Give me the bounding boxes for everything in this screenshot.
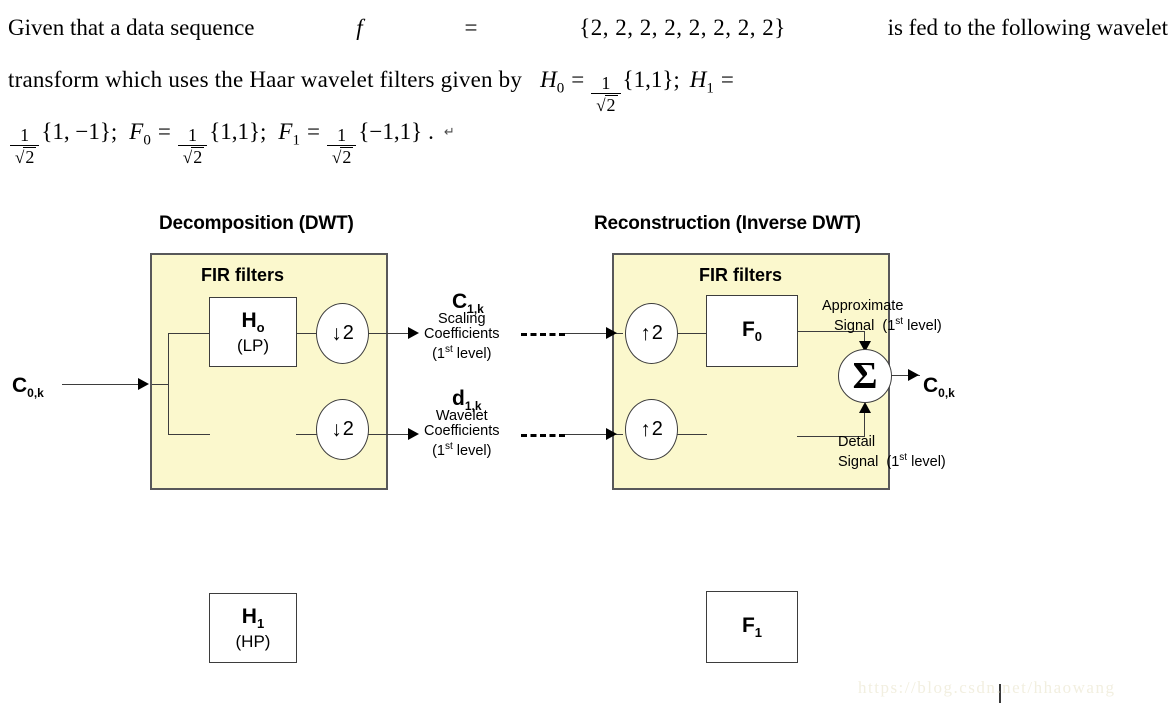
- arrowhead-upsampler-top-icon: [606, 327, 617, 339]
- equals-sign-5: =: [306, 119, 320, 144]
- wire-upsampler-to-f0: [677, 333, 707, 334]
- filter-symbol-h0: H0: [540, 67, 565, 97]
- input-signal-label: C0,k: [12, 374, 44, 401]
- f0-coefficients: {1,1};: [209, 119, 267, 144]
- arrowhead-input-icon: [138, 378, 149, 390]
- sequence-values: {2, 2, 2, 2, 2, 2, 2, 2}: [579, 15, 786, 40]
- decomposition-title: Decomposition (DWT): [159, 213, 354, 234]
- arrowhead-d1k-icon: [408, 428, 419, 440]
- scaling-coefficients-description: Scaling Coefficients (1st level): [424, 312, 500, 362]
- one-over-sqrt-two-3: 1 √2: [177, 126, 208, 166]
- arrowhead-output-icon: [908, 369, 919, 381]
- equals-sign-2: =: [571, 67, 585, 92]
- filter-h1-symbol: H1: [241, 604, 265, 632]
- wavelet-line-3: (1st level): [432, 441, 492, 459]
- filter-h0-symbol: Ho: [241, 308, 265, 336]
- upsampler-bottom: ↑ 2: [625, 399, 678, 460]
- arrowhead-c1k-icon: [408, 327, 419, 339]
- f1-coefficients: {−1,1}: [358, 119, 423, 144]
- filter-block-h0: Ho (LP): [209, 297, 297, 367]
- filter-block-f1: F1: [706, 591, 798, 663]
- problem-line1-part-a: Given that a data sequence: [8, 15, 255, 40]
- wavelet-transform-diagram: Decomposition (DWT) Reconstruction (Inve…: [0, 195, 1176, 703]
- one-over-sqrt-two-2: 1 √2: [10, 126, 40, 166]
- filter-symbol-h1: H1: [689, 67, 714, 97]
- wire-to-h0: [168, 333, 210, 334]
- scaling-line-3: (1st level): [432, 344, 492, 362]
- wavelet-line-1: Wavelet: [435, 408, 488, 424]
- wire-upsampler-to-f1: [677, 434, 707, 435]
- h0-coefficients: {1,1};: [622, 67, 680, 92]
- filter-h0-type: (LP): [236, 336, 270, 356]
- fir-filters-label-left: FIR filters: [201, 265, 285, 285]
- detail-signal-label: Detail Signal (1st level): [838, 434, 946, 470]
- arrow-up-icon: ↑: [640, 322, 651, 345]
- arrowhead-upsampler-bottom-icon: [606, 428, 617, 440]
- one-over-sqrt-two-1: 1 √2: [591, 74, 621, 114]
- site-watermark: https://blog.csdn.net/hhaowang: [858, 678, 1116, 697]
- wavelet-line-2: Coefficients: [424, 423, 500, 439]
- dashed-link-top: [521, 333, 565, 336]
- problem-line-3: 1 √2 {1, −1}; F0 = 1 √2 {1,1}; F1 = 1 √2…: [8, 106, 1168, 166]
- filter-symbol-f0: F0: [129, 119, 151, 149]
- equals-sign-4: =: [157, 119, 171, 144]
- approximate-signal-label: Approximate Signal (1st level): [822, 298, 942, 334]
- summation-node: Σ: [838, 349, 892, 403]
- downsample-factor-top: 2: [342, 322, 354, 344]
- problem-statement: Given that a data sequence f = {2, 2, 2,…: [8, 2, 1168, 166]
- upsampler-top: ↑ 2: [625, 303, 678, 364]
- detail-line-1: Detail: [838, 434, 876, 450]
- detail-line-2: Signal (1st level): [838, 452, 946, 470]
- sequence-symbol-f: f: [356, 15, 363, 40]
- output-signal-label: C0,k: [923, 374, 955, 401]
- approx-line-1: Approximate: [822, 298, 904, 314]
- filter-h1-type: (HP): [235, 632, 271, 652]
- problem-line-1: Given that a data sequence f = {2, 2, 2,…: [8, 2, 1168, 54]
- arrow-up-icon: ↑: [640, 418, 651, 441]
- dashed-link-bottom: [521, 434, 565, 437]
- one-over-sqrt-two-4: 1 √2: [326, 126, 357, 166]
- filter-f0-symbol: F0: [741, 317, 763, 345]
- filter-block-h1: H1 (HP): [209, 593, 297, 663]
- filter-block-f0: F0: [706, 295, 798, 367]
- pilcrow-return-icon: ↵: [443, 124, 455, 139]
- wavelet-coefficients-description: Wavelet Coefficients (1st level): [424, 409, 500, 459]
- upsample-factor-bottom: 2: [651, 418, 663, 440]
- downsample-factor-bottom: 2: [342, 418, 354, 440]
- arrow-down-icon: ↓: [331, 418, 342, 441]
- downsampler-bottom: ↓ 2: [316, 399, 369, 460]
- equals-sign-3: =: [720, 67, 734, 92]
- scaling-line-2: Coefficients: [424, 326, 500, 342]
- fir-filters-label-right: FIR filters: [699, 265, 783, 285]
- equals-sign-1: =: [464, 15, 478, 40]
- scaling-line-1: Scaling: [437, 311, 486, 327]
- wire-h0-to-downsampler: [296, 333, 318, 334]
- downsampler-top: ↓ 2: [316, 303, 369, 364]
- wire-split-stub: [152, 384, 169, 385]
- wire-h1-to-downsampler: [296, 434, 318, 435]
- filter-symbol-f1: F1: [278, 119, 300, 149]
- sentence-period: .: [428, 119, 434, 144]
- problem-line2-text: transform which uses the Haar wavelet fi…: [8, 67, 523, 92]
- h1-coefficients: {1, −1};: [41, 119, 118, 144]
- wire-to-h1: [168, 434, 210, 435]
- approx-line-2: Signal (1st level): [834, 316, 942, 334]
- filter-f1-symbol: F1: [741, 613, 763, 641]
- arrow-down-icon: ↓: [331, 322, 342, 345]
- problem-line-2: transform which uses the Haar wavelet fi…: [8, 54, 1168, 114]
- upsample-factor-top: 2: [651, 322, 663, 344]
- wire-input: [62, 384, 144, 385]
- reconstruction-title: Reconstruction (Inverse DWT): [594, 213, 861, 234]
- problem-line1-part-b: is fed to the following wavelet: [887, 15, 1168, 40]
- arrowhead-sum-bottom-icon: [859, 402, 871, 413]
